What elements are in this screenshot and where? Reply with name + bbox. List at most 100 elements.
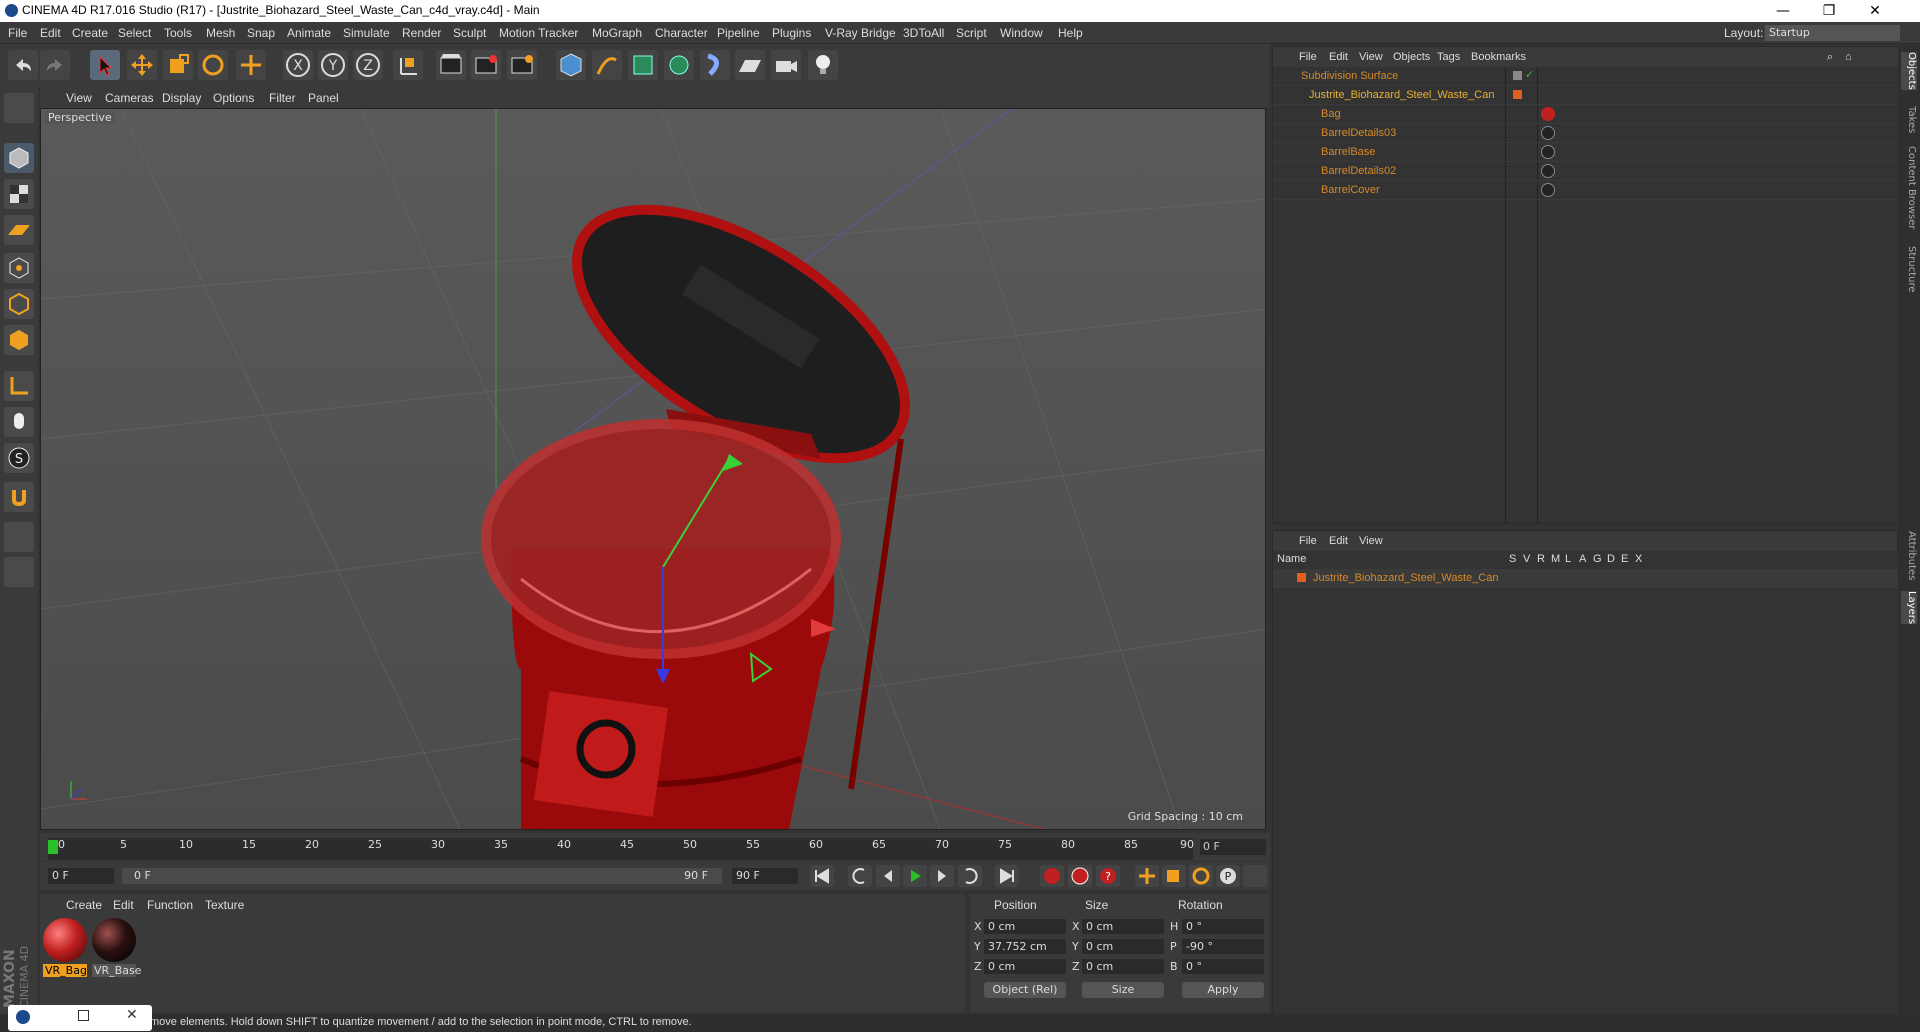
- object-row[interactable]: Justrite_Biohazard_Steel_Waste_Can: [1273, 86, 1899, 105]
- material-swatch-vr-bag[interactable]: [43, 918, 87, 962]
- search-icon[interactable]: ⌕: [1827, 51, 1833, 64]
- axis-mode-icon[interactable]: [4, 371, 34, 401]
- y-axis-lock-icon[interactable]: Y: [318, 50, 348, 80]
- menu-render[interactable]: Render: [402, 26, 441, 40]
- size-y-field[interactable]: 0 cm: [1082, 939, 1164, 954]
- rotate-tool-icon[interactable]: [198, 50, 228, 80]
- tab-objects[interactable]: Objects: [1901, 52, 1917, 90]
- maximize-button[interactable]: ❐: [1806, 0, 1852, 22]
- keyframe-selection-icon[interactable]: ?: [1096, 865, 1120, 887]
- size-mode-select[interactable]: Size: [1082, 982, 1164, 998]
- menu-plugins[interactable]: Plugins: [772, 26, 811, 40]
- tab-structure[interactable]: Structure: [1901, 246, 1917, 293]
- workplane-lock-icon[interactable]: [4, 557, 34, 587]
- mograph-cloner-icon[interactable]: [664, 50, 694, 80]
- material-tag-icon[interactable]: [1541, 145, 1555, 159]
- position-y-field[interactable]: 37.752 cm: [984, 939, 1066, 954]
- pen-spline-icon[interactable]: [592, 50, 622, 80]
- viewport-menu-options[interactable]: Options: [213, 91, 254, 105]
- object-row[interactable]: Bag: [1273, 105, 1899, 124]
- menu-animate[interactable]: Animate: [287, 26, 331, 40]
- model-mode-icon[interactable]: [4, 143, 34, 173]
- menu-motion-tracker[interactable]: Motion Tracker: [499, 26, 578, 40]
- grid-lock-icon[interactable]: [4, 522, 34, 552]
- next-frame-icon[interactable]: [930, 865, 954, 887]
- lm-menu-edit[interactable]: Edit: [1329, 535, 1348, 547]
- object-row[interactable]: BarrelDetails03: [1273, 124, 1899, 143]
- render-settings-icon[interactable]: [507, 50, 537, 80]
- coordinate-mode-select[interactable]: Object (Rel): [984, 982, 1066, 998]
- undo-button[interactable]: [8, 50, 38, 80]
- 3d-viewport[interactable]: Perspective Grid Spacing: 10 cm: [40, 108, 1266, 830]
- key-scale-icon[interactable]: [1162, 865, 1186, 887]
- lm-menu-view[interactable]: View: [1359, 535, 1383, 547]
- close-button[interactable]: ✕: [1852, 0, 1898, 22]
- play-icon[interactable]: [903, 865, 927, 887]
- timeline-ruler[interactable]: 0 5 10 15 20 25 30 35 40 45 50 55 60 65 …: [48, 838, 1194, 860]
- om-menu-objects[interactable]: Objects: [1393, 51, 1430, 63]
- make-editable-icon[interactable]: [4, 93, 34, 123]
- x-axis-lock-icon[interactable]: X: [283, 50, 313, 80]
- om-menu-bookmarks[interactable]: Bookmarks: [1471, 51, 1526, 63]
- viewport-menu-panel[interactable]: Panel: [308, 91, 339, 105]
- snap-icon[interactable]: [4, 482, 34, 512]
- material-tag-icon[interactable]: [1541, 126, 1555, 140]
- camera-icon[interactable]: [771, 50, 801, 80]
- tab-content-browser[interactable]: Content Browser: [1901, 146, 1917, 229]
- menu-mesh[interactable]: Mesh: [206, 26, 235, 40]
- z-axis-lock-icon[interactable]: Z: [353, 50, 383, 80]
- tab-takes[interactable]: Takes: [1901, 106, 1917, 133]
- goto-start-icon[interactable]: [810, 865, 834, 887]
- object-row[interactable]: BarrelCover: [1273, 181, 1899, 200]
- key-pla-icon[interactable]: [1243, 865, 1267, 887]
- record-keys-icon[interactable]: [1040, 865, 1064, 887]
- polygons-mode-icon[interactable]: [4, 325, 34, 355]
- menu-3dtoall[interactable]: 3DToAll: [903, 26, 944, 40]
- deformer-icon[interactable]: [700, 50, 730, 80]
- start-frame-field[interactable]: 0 F: [48, 868, 114, 884]
- key-position-icon[interactable]: [1135, 865, 1159, 887]
- coordinate-system-icon[interactable]: [393, 50, 423, 80]
- viewport-menu-view[interactable]: View: [66, 91, 92, 105]
- position-z-field[interactable]: 0 cm: [984, 959, 1066, 974]
- auto-key-icon[interactable]: [1068, 865, 1092, 887]
- playhead[interactable]: [48, 840, 58, 854]
- texture-mode-icon[interactable]: [4, 179, 34, 209]
- key-rotation-icon[interactable]: [1189, 865, 1213, 887]
- menu-edit[interactable]: Edit: [40, 26, 61, 40]
- menu-help[interactable]: Help: [1058, 26, 1083, 40]
- taskbar-thumbnail[interactable]: ✕: [8, 1005, 152, 1031]
- transform-tool-icon[interactable]: [236, 50, 266, 80]
- minimize-button[interactable]: —: [1760, 0, 1806, 22]
- redo-button[interactable]: [40, 50, 70, 80]
- subdivision-surface-icon[interactable]: [628, 50, 658, 80]
- key-parameter-icon[interactable]: P: [1216, 865, 1240, 887]
- material-menu-function[interactable]: Function: [147, 898, 193, 912]
- menu-script[interactable]: Script: [956, 26, 987, 40]
- layer-color-icon[interactable]: [1297, 573, 1306, 582]
- close-icon[interactable]: ✕: [126, 1007, 138, 1023]
- menu-window[interactable]: Window: [1000, 26, 1043, 40]
- om-menu-file[interactable]: File: [1299, 51, 1317, 63]
- menu-sculpt[interactable]: Sculpt: [453, 26, 486, 40]
- workplane-icon[interactable]: [4, 215, 34, 245]
- menu-create[interactable]: Create: [72, 26, 108, 40]
- position-x-field[interactable]: 0 cm: [984, 919, 1066, 934]
- menu-snap[interactable]: Snap: [247, 26, 275, 40]
- render-view-icon[interactable]: [436, 50, 466, 80]
- rotation-h-field[interactable]: 0 °: [1182, 919, 1264, 934]
- tab-attributes[interactable]: Attributes: [1901, 531, 1917, 580]
- restore-icon[interactable]: [78, 1010, 89, 1021]
- menu-file[interactable]: File: [8, 26, 27, 40]
- menu-select[interactable]: Select: [118, 26, 151, 40]
- current-frame-field[interactable]: 0 F: [1200, 839, 1266, 855]
- layout-select[interactable]: Startup: [1765, 25, 1900, 41]
- size-x-field[interactable]: 0 cm: [1082, 919, 1164, 934]
- prev-frame-icon[interactable]: [876, 865, 900, 887]
- home-icon[interactable]: ⌂: [1845, 51, 1852, 63]
- preview-range-slider[interactable]: 0 F 90 F: [122, 868, 722, 884]
- timeline[interactable]: 0 5 10 15 20 25 30 35 40 45 50 55 60 65 …: [40, 833, 1270, 861]
- menu-simulate[interactable]: Simulate: [343, 26, 390, 40]
- menu-tools[interactable]: Tools: [164, 26, 192, 40]
- layer-row[interactable]: Justrite_Biohazard_Steel_Waste_Can: [1273, 569, 1899, 588]
